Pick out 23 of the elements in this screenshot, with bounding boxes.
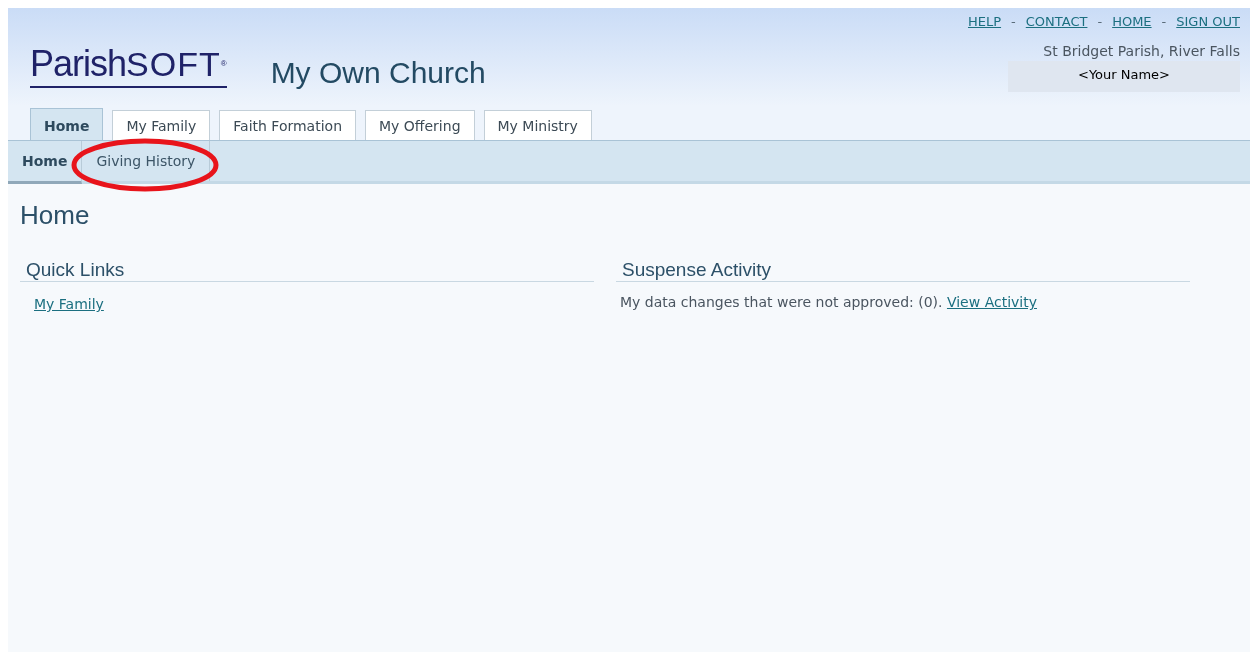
view-activity-link[interactable]: View Activity (946, 294, 1037, 310)
header-link[interactable]: HOME (1112, 14, 1152, 29)
nav-tab[interactable]: My Family (112, 110, 211, 140)
user-name: <Your Name> (1008, 61, 1240, 92)
link-separator: - (1011, 14, 1016, 29)
nav-tab[interactable]: Faith Formation (219, 110, 356, 140)
link-separator: - (1097, 14, 1103, 29)
section-title: Quick Links (20, 259, 594, 282)
sub-tab[interactable]: Home (8, 141, 83, 184)
quick-link[interactable]: My Family (34, 296, 104, 312)
header-link[interactable]: HELP (968, 14, 1002, 29)
church-name: My Own Church (270, 56, 486, 90)
link-separator: - (1161, 14, 1167, 29)
logo: ParishSOFT$^{®}$ (30, 48, 227, 88)
nav-tab[interactable]: My Offering (365, 110, 475, 140)
suspense-text: My data changes that were not approved: (0). (620, 294, 943, 310)
section-title: Suspense Activity (616, 259, 1190, 282)
parish-name: St Bridget Parish, River Falls (1043, 43, 1240, 59)
nav-tab[interactable]: Home (30, 108, 104, 140)
header-link[interactable]: CONTACT (1025, 14, 1088, 29)
header-link[interactable]: SIGN OUT (1176, 14, 1240, 29)
page-title: Home (20, 200, 91, 231)
nav-tab[interactable]: My Ministry (483, 110, 592, 140)
